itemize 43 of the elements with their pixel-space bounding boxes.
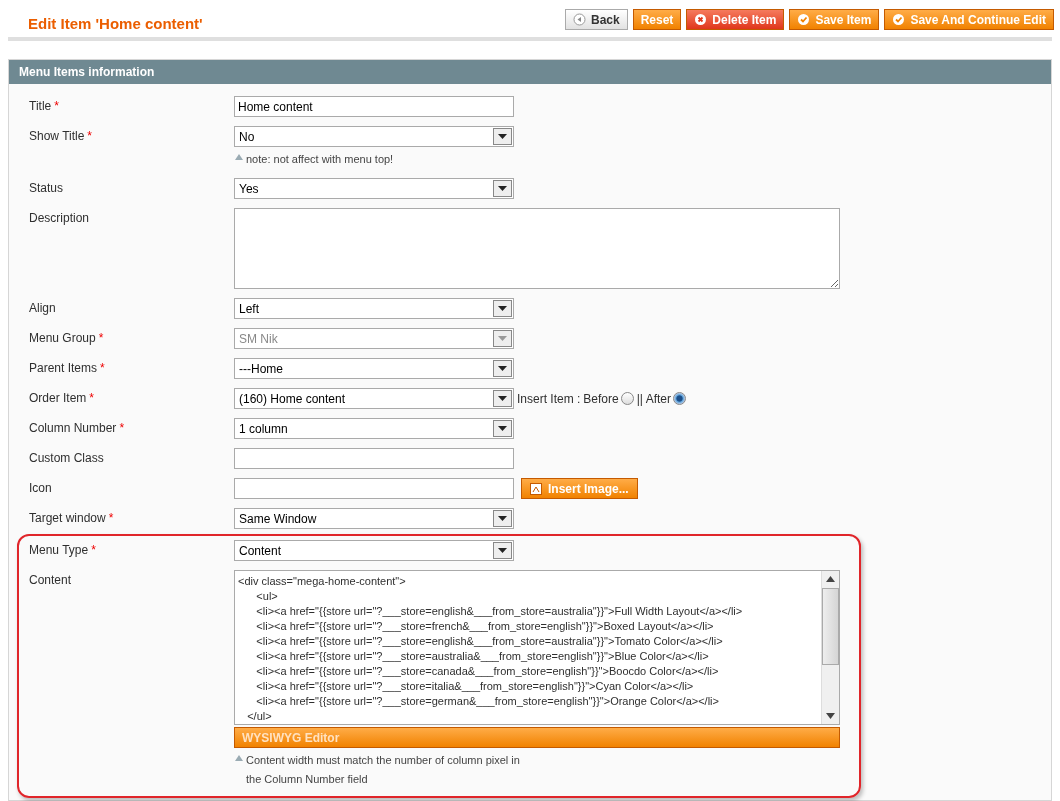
- radio-option[interactable]: || After: [636, 391, 686, 406]
- field-label: Title *: [29, 98, 60, 115]
- delete-icon: [694, 13, 708, 26]
- field-label: Target window *: [29, 510, 115, 527]
- scroll-up-icon[interactable]: [826, 576, 835, 582]
- text-field[interactable]: [234, 448, 514, 469]
- field-label: Column Number *: [29, 420, 126, 437]
- select-field[interactable]: ---Home: [234, 358, 514, 379]
- scrollbar[interactable]: [821, 571, 839, 724]
- field-label: Status: [29, 180, 65, 197]
- check-icon: [797, 13, 811, 26]
- field-label: Menu Group *: [29, 330, 105, 347]
- textarea-field[interactable]: [234, 208, 840, 289]
- check-icon: [892, 13, 906, 26]
- section-header: Menu Items information: [9, 60, 1051, 84]
- select-field[interactable]: 1 column: [234, 418, 514, 439]
- text-field[interactable]: Home content: [234, 96, 514, 117]
- field-label: Custom Class: [29, 450, 105, 467]
- field-label: Parent Items *: [29, 360, 106, 377]
- toolbar-button[interactable]: Back: [565, 9, 628, 30]
- field-label: Description: [29, 210, 91, 227]
- toolbar-button[interactable]: Delete Item: [686, 9, 785, 30]
- field-label: Align: [29, 300, 57, 317]
- image-icon: [530, 482, 542, 495]
- scroll-down-icon[interactable]: [826, 713, 835, 719]
- code-textarea[interactable]: <div class="mega-home-content"> <ul> <li><a href="{{store url="?___store=english&___from_store=australia"}}">Full Width Layout</a></li> <li><a href="{{store url="?___store=french&___from_store=english"}}">Boxed Layout</a></li> <li><a href="{{store url="?___store=english&___from_store=australia"}}">Tomato Color</a></li> <li><a href="{{store url="?___store=australia&___from_store=english"}}">Blue Color</a></li> <li><a href="{{store url="?___store=canada&___from_store=english"}}">Boocdo Color</a></li> <li><a href="{{store url="?___store=italia&___from_store=english"}}">Cyan Color</a></li> <li><a href="{{store url="?___store=german&___from_store=english"}}">Orange Color</a></li> </ul>: [234, 570, 840, 725]
- field-label: Menu Type *: [29, 542, 97, 559]
- select-field[interactable]: Content: [234, 540, 514, 561]
- select-field[interactable]: No: [234, 126, 514, 147]
- field-note: Content width must match the number of column pixel in the Column Number field: [234, 748, 531, 789]
- field-label: Icon: [29, 480, 53, 497]
- text-field[interactable]: [234, 478, 514, 499]
- field-note: note: not affect with menu top!: [234, 147, 514, 169]
- select-field[interactable]: Yes: [234, 178, 514, 199]
- select-field[interactable]: Same Window: [234, 508, 514, 529]
- insert-label: Insert Item :: [517, 391, 581, 406]
- field-label: Order Item *: [29, 390, 96, 407]
- select-field[interactable]: Left: [234, 298, 514, 319]
- radio-option[interactable]: Before: [583, 391, 634, 406]
- field-label: Show Title *: [29, 128, 94, 145]
- page-title: Edit Item 'Home content': [28, 14, 203, 32]
- field-label: Content: [29, 572, 73, 589]
- select-field[interactable]: (160) Home content: [234, 388, 514, 409]
